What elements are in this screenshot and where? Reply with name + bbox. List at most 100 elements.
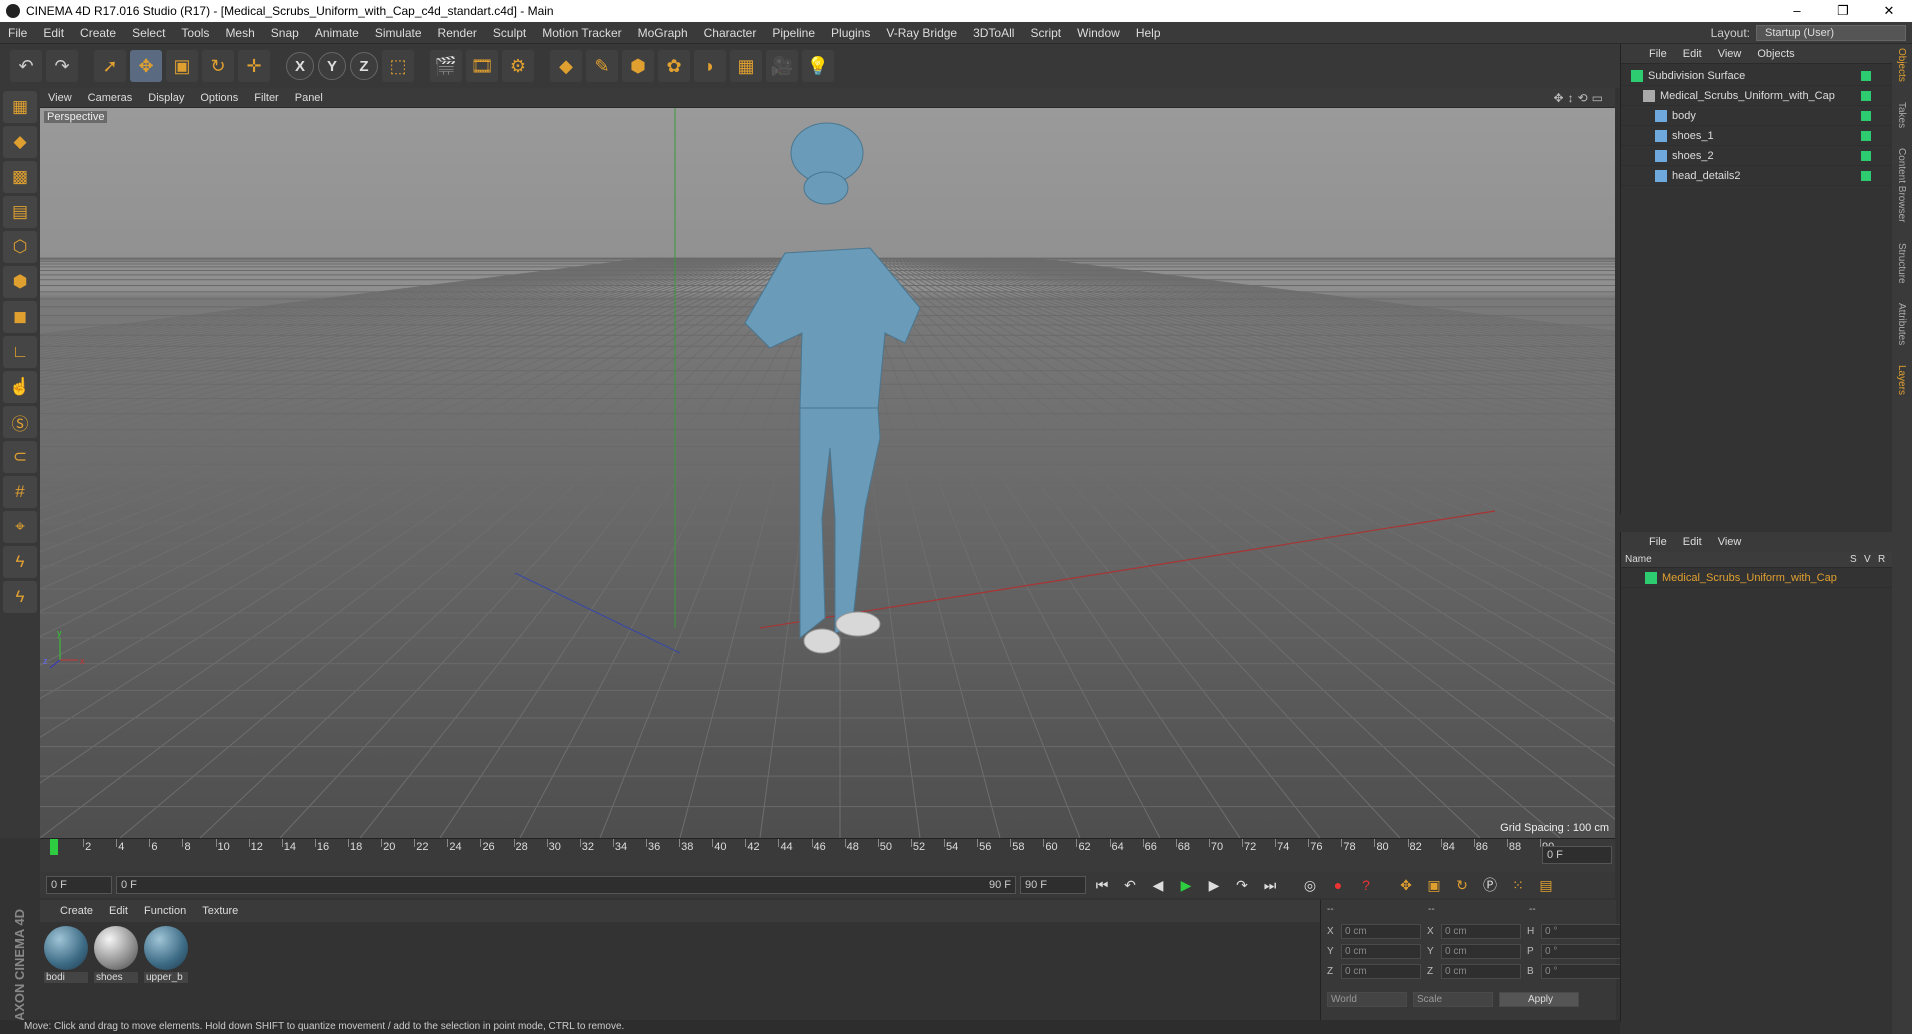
- viewport-menu-filter[interactable]: Filter: [246, 92, 286, 104]
- menu-render[interactable]: Render: [430, 26, 485, 40]
- object-row[interactable]: shoes_1: [1621, 126, 1893, 146]
- light-icon[interactable]: 💡: [802, 50, 834, 82]
- render-view-icon[interactable]: 🎬: [430, 50, 462, 82]
- menu-mograph[interactable]: MoGraph: [630, 26, 696, 40]
- menu-3dtoall[interactable]: 3DToAll: [965, 26, 1022, 40]
- end-frame-field[interactable]: 90 F: [1020, 876, 1086, 894]
- right-tab-layers[interactable]: Layers: [1896, 365, 1907, 395]
- previous-frame-icon[interactable]: ◀: [1146, 874, 1170, 896]
- restore-button[interactable]: ❐: [1820, 3, 1866, 19]
- layer-color-icon[interactable]: [1861, 90, 1871, 101]
- object-menu-file[interactable]: File: [1641, 48, 1675, 60]
- magnet-icon[interactable]: ⊂: [3, 441, 37, 473]
- object-menu-view[interactable]: View: [1710, 48, 1750, 60]
- x-axis-icon[interactable]: X: [286, 52, 314, 80]
- menu-file[interactable]: File: [0, 26, 35, 40]
- right-tab-structure[interactable]: Structure: [1896, 243, 1907, 284]
- object-row[interactable]: Medical_Scrubs_Uniform_with_Cap: [1621, 86, 1893, 106]
- menu-window[interactable]: Window: [1069, 26, 1128, 40]
- world-dropdown[interactable]: World: [1327, 992, 1407, 1007]
- go-to-start-icon[interactable]: ⏮: [1090, 874, 1114, 896]
- coord-field[interactable]: 0 cm: [1341, 944, 1421, 959]
- menu-tools[interactable]: Tools: [173, 26, 217, 40]
- points-mode-icon[interactable]: ⬡: [3, 231, 37, 263]
- layer-menu-file[interactable]: File: [1641, 536, 1675, 548]
- edges-mode-icon[interactable]: ⬢: [3, 266, 37, 298]
- right-tab-takes[interactable]: Takes: [1896, 102, 1907, 128]
- menu-simulate[interactable]: Simulate: [367, 26, 430, 40]
- viewport-menu-panel[interactable]: Panel: [287, 92, 331, 104]
- object-row[interactable]: Subdivision Surface: [1621, 66, 1893, 86]
- python-icon[interactable]: ϟ: [3, 546, 37, 578]
- timeline[interactable]: 0246810121416182022242628303234363840424…: [40, 838, 1615, 872]
- subdivision-icon[interactable]: ⬢: [622, 50, 654, 82]
- record-key-icon[interactable]: ◎: [1298, 874, 1322, 896]
- next-frame-icon[interactable]: ▶: [1202, 874, 1226, 896]
- menu-animate[interactable]: Animate: [307, 26, 367, 40]
- layer-menu-edit[interactable]: Edit: [1675, 536, 1710, 548]
- menu-create[interactable]: Create: [72, 26, 124, 40]
- object-menu-objects[interactable]: Objects: [1749, 48, 1802, 60]
- menu-snap[interactable]: Snap: [263, 26, 307, 40]
- layer-menu-view[interactable]: View: [1710, 536, 1750, 548]
- key-pla-icon[interactable]: ⁙: [1506, 874, 1530, 896]
- key-parameter-icon[interactable]: Ⓟ: [1478, 874, 1502, 896]
- close-button[interactable]: ✕: [1866, 3, 1912, 19]
- pen-icon[interactable]: ✎: [586, 50, 618, 82]
- coord-field[interactable]: 0 °: [1541, 964, 1621, 979]
- coord-field[interactable]: 0 cm: [1341, 924, 1421, 939]
- next-key-icon[interactable]: ↷: [1230, 874, 1254, 896]
- camera-icon[interactable]: 🎥: [766, 50, 798, 82]
- material-swatch[interactable]: shoes: [94, 926, 138, 984]
- menu-character[interactable]: Character: [696, 26, 765, 40]
- object-row[interactable]: head_details2: [1621, 166, 1893, 186]
- menu-pipeline[interactable]: Pipeline: [764, 26, 823, 40]
- menu-plugins[interactable]: Plugins: [823, 26, 878, 40]
- timeline-window-icon[interactable]: ▤: [1534, 874, 1558, 896]
- material-menu-function[interactable]: Function: [136, 905, 194, 917]
- coord-field[interactable]: 0 cm: [1341, 964, 1421, 979]
- object-row[interactable]: body: [1621, 106, 1893, 126]
- playhead[interactable]: [50, 839, 58, 855]
- play-icon[interactable]: ▶: [1174, 874, 1198, 896]
- go-to-end-icon[interactable]: ⏭: [1258, 874, 1282, 896]
- current-frame-field[interactable]: 0 F: [1542, 846, 1612, 864]
- undo-icon[interactable]: ↶: [10, 50, 42, 82]
- object-menu-edit[interactable]: Edit: [1675, 48, 1710, 60]
- coord-field[interactable]: 0 cm: [1441, 944, 1521, 959]
- object-row[interactable]: shoes_2: [1621, 146, 1893, 166]
- keyframe-help-icon[interactable]: ?: [1354, 874, 1378, 896]
- viewport-menu-view[interactable]: View: [40, 92, 80, 104]
- menu-select[interactable]: Select: [124, 26, 173, 40]
- menu-script[interactable]: Script: [1022, 26, 1069, 40]
- viewport-menu-cameras[interactable]: Cameras: [80, 92, 141, 104]
- menu-mesh[interactable]: Mesh: [217, 26, 262, 40]
- layer-color-icon[interactable]: [1861, 70, 1871, 81]
- scale-dropdown[interactable]: Scale: [1413, 992, 1493, 1007]
- transform-icon[interactable]: ✛: [238, 50, 270, 82]
- material-menu-create[interactable]: Create: [52, 905, 101, 917]
- layer-color-icon[interactable]: [1861, 130, 1871, 141]
- axis-mode-icon[interactable]: ∟: [3, 336, 37, 368]
- menu-help[interactable]: Help: [1128, 26, 1169, 40]
- snap-grid-icon[interactable]: #: [3, 476, 37, 508]
- tweak-icon[interactable]: ☝: [3, 371, 37, 403]
- python-script-icon[interactable]: ϟ: [3, 581, 37, 613]
- cloner-icon[interactable]: ✿: [658, 50, 690, 82]
- move-icon[interactable]: ✥: [130, 50, 162, 82]
- render-settings-icon[interactable]: ⚙: [502, 50, 534, 82]
- viewport-nav-icons[interactable]: ✥↕⟲▭: [1554, 91, 1615, 105]
- material-menu-texture[interactable]: Texture: [194, 905, 246, 917]
- key-scale-icon[interactable]: ▣: [1422, 874, 1446, 896]
- menu-v-ray-bridge[interactable]: V-Ray Bridge: [878, 26, 965, 40]
- redo-icon[interactable]: ↷: [46, 50, 78, 82]
- minimize-button[interactable]: –: [1774, 3, 1820, 19]
- right-tab-attributes[interactable]: Attributes: [1896, 303, 1907, 345]
- right-tab-content-browser[interactable]: Content Browser: [1896, 148, 1907, 222]
- coordinate-system-icon[interactable]: ⬚: [382, 50, 414, 82]
- z-axis-icon[interactable]: Z: [350, 52, 378, 80]
- autokey-icon[interactable]: ●: [1326, 874, 1350, 896]
- menu-sculpt[interactable]: Sculpt: [485, 26, 534, 40]
- coord-field[interactable]: 0 cm: [1441, 964, 1521, 979]
- layer-color-icon[interactable]: [1861, 150, 1871, 161]
